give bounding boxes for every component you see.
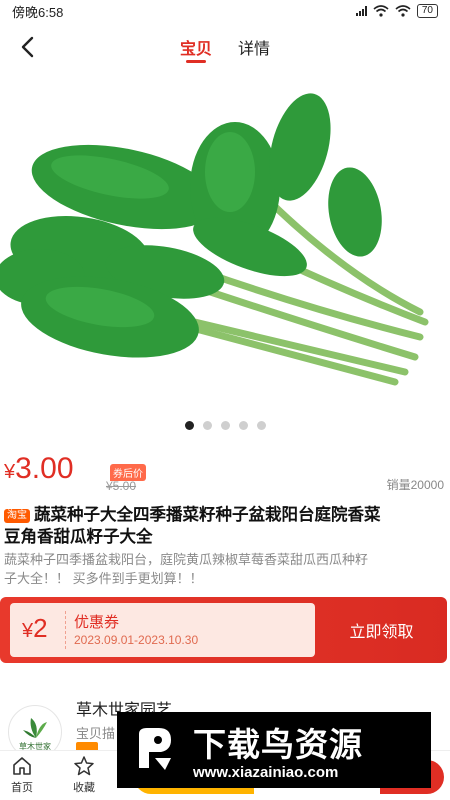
carousel-dots	[0, 421, 450, 430]
product-description-line1: 蔬菜种子四季播盆栽阳台，庭院黄瓜辣椒草莓香菜甜瓜西瓜种籽	[4, 552, 369, 567]
detail-tabs: 宝贝 详情	[0, 22, 450, 72]
watermark-title: 下载鸟资源	[193, 726, 363, 763]
star-icon	[74, 756, 94, 776]
product-description-line2: 子大全！！ 买多件到手更划算！！	[4, 571, 203, 586]
claim-coupon-button[interactable]: 立即领取	[316, 597, 447, 663]
top-nav: 宝贝 详情	[0, 22, 450, 72]
price-symbol: ¥	[4, 461, 16, 483]
bird-logo-icon	[139, 728, 171, 770]
taobao-badge: 淘宝	[4, 509, 30, 523]
carousel-dot[interactable]	[220, 421, 230, 430]
coupon-symbol: ¥	[22, 620, 34, 642]
wifi-icon	[373, 5, 389, 17]
store-rating-label: 宝贝描	[76, 726, 116, 741]
favorite-button[interactable]: 收藏	[62, 755, 106, 795]
chevron-left-icon	[21, 36, 34, 58]
coupon-ticket: ¥2 优惠券 2023.09.01-2023.10.30	[10, 603, 315, 657]
carousel-dot[interactable]	[202, 421, 212, 430]
status-bar: 傍晚6:58 70	[0, 0, 450, 22]
coupon-date-range: 2023.09.01-2023.10.30	[74, 633, 199, 647]
original-price: ¥5.00	[106, 479, 137, 493]
home-icon	[13, 757, 31, 775]
home-button[interactable]: 首页	[0, 755, 44, 795]
coupon-banner[interactable]: ¥2 优惠券 2023.09.01-2023.10.30 立即领取	[0, 597, 447, 663]
price-row: ¥3.00 券后价 ¥5.00 销量20000	[0, 448, 450, 493]
coupon-amount: ¥2	[22, 613, 48, 644]
leaf-icon	[23, 718, 47, 738]
wifi-icon-2	[395, 5, 411, 17]
coupon-divider	[65, 611, 66, 649]
carousel-dot[interactable]	[184, 421, 194, 430]
product-title-line1: 蔬菜种子大全四季播菜籽种子盆栽阳台庭院香菜	[34, 506, 381, 524]
status-time: 傍晚6:58	[12, 4, 64, 20]
watermark-overlay: 下载鸟资源 www.xiazainiao.com	[117, 712, 431, 788]
product-title: 淘宝 蔬菜种子大全四季播菜籽种子盆栽阳台庭院香菜 豆角香甜瓜籽子大全	[4, 504, 450, 548]
tab-product[interactable]: 宝贝	[180, 22, 212, 72]
product-title-line2: 豆角香甜瓜籽子大全	[4, 528, 153, 546]
tab-details[interactable]: 详情	[238, 22, 270, 72]
product-price: ¥3.00	[4, 452, 74, 486]
back-button[interactable]	[14, 34, 40, 60]
watermark-url: www.xiazainiao.com	[193, 764, 339, 781]
sales-count: 销量20000	[386, 478, 444, 492]
carousel-dot[interactable]	[238, 421, 248, 430]
carousel-dot[interactable]	[256, 421, 266, 430]
product-image-carousel[interactable]	[0, 72, 450, 438]
home-label: 首页	[11, 782, 33, 794]
favorite-label: 收藏	[73, 782, 95, 794]
price-value: 3.00	[15, 452, 74, 485]
product-description: 蔬菜种子四季播盆栽阳台，庭院黄瓜辣椒草莓香菜甜瓜西瓜种籽 子大全！！ 买多件到手…	[4, 550, 450, 588]
cellular-signal-icon	[355, 6, 367, 16]
coupon-label: 优惠券	[74, 614, 120, 631]
battery-indicator: 70	[416, 4, 438, 18]
status-icons: 70	[355, 4, 438, 18]
product-image	[0, 93, 429, 386]
coupon-value: 2	[33, 613, 48, 643]
